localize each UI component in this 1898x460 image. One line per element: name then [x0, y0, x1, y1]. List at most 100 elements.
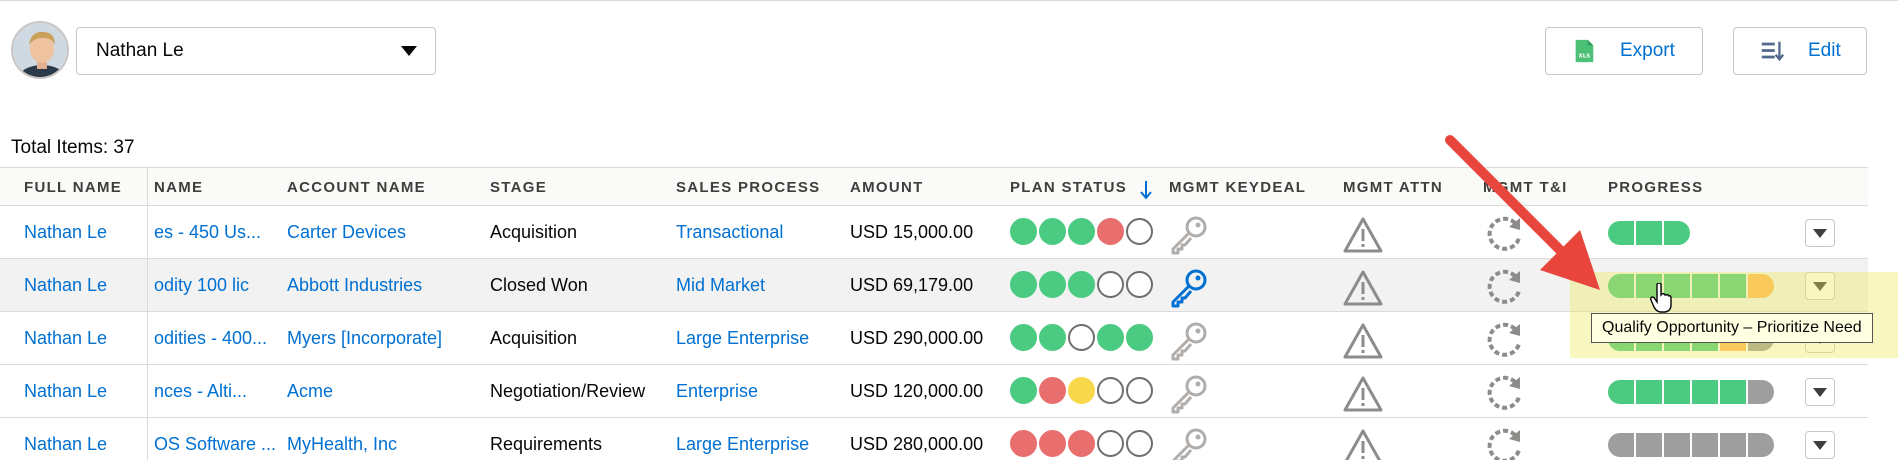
avatar[interactable]	[11, 21, 69, 79]
progress-segment	[1748, 380, 1774, 404]
table-row[interactable]: Nathan Le nces - Alti... Acme Negotiation/R…	[0, 365, 1868, 418]
export-button[interactable]: XLS Export	[1545, 27, 1703, 75]
progress-bar[interactable]	[1608, 221, 1690, 245]
chevron-down-icon	[1813, 387, 1827, 397]
row-actions-button[interactable]	[1805, 219, 1835, 247]
warning-icon[interactable]	[1342, 216, 1384, 254]
column-header-account-name[interactable]: ACCOUNT NAME	[287, 179, 426, 196]
warning-icon[interactable]	[1342, 322, 1384, 360]
progress-segment	[1748, 433, 1774, 457]
table-row[interactable]: Nathan Le OS Software ... MyHealth, Inc Req…	[0, 418, 1868, 460]
column-header-name[interactable]: NAME	[154, 179, 203, 196]
edit-button-label: Edit	[1808, 40, 1841, 61]
account-name-cell[interactable]: Abbott Industries	[287, 275, 422, 296]
top-divider	[0, 0, 1898, 1]
plan-status-dot	[1097, 377, 1124, 404]
chevron-down-icon	[401, 46, 417, 56]
key-icon[interactable]	[1168, 427, 1210, 460]
refresh-icon[interactable]	[1482, 426, 1526, 460]
row-actions-button[interactable]	[1805, 431, 1835, 459]
column-header-mgmt-attn[interactable]: MGMT ATTN	[1343, 179, 1443, 196]
plan-status-dot	[1097, 271, 1124, 298]
account-name-cell[interactable]: Carter Devices	[287, 222, 406, 243]
annotation-arrow-icon	[1445, 135, 1600, 290]
progress-segment	[1692, 433, 1718, 457]
row-actions-button[interactable]	[1805, 378, 1835, 406]
refresh-icon[interactable]	[1482, 373, 1526, 415]
column-header-amount[interactable]: AMOUNT	[850, 179, 924, 196]
stage-cell: Closed Won	[490, 275, 588, 295]
plan-status-dot	[1039, 430, 1066, 457]
opportunity-name-cell[interactable]: odity 100 lic	[154, 275, 249, 296]
plan-status-dot	[1126, 430, 1153, 457]
full-name-cell[interactable]: Nathan Le	[24, 222, 107, 243]
sort-descending-icon[interactable]	[1140, 180, 1152, 200]
account-name-cell[interactable]: Myers [Incorporate]	[287, 328, 442, 349]
progress-bar[interactable]	[1608, 433, 1774, 457]
plan-status-dot	[1039, 324, 1066, 351]
full-name-cell[interactable]: Nathan Le	[24, 381, 107, 402]
chevron-down-icon	[1813, 228, 1827, 238]
sales-process-cell[interactable]: Large Enterprise	[676, 328, 809, 349]
key-icon[interactable]	[1168, 374, 1210, 414]
plan-status-dot	[1126, 377, 1153, 404]
key-icon[interactable]	[1168, 321, 1210, 361]
plan-status-dot	[1126, 271, 1153, 298]
plan-status-dot	[1010, 218, 1037, 245]
plan-status-indicator	[1010, 218, 1153, 245]
plan-status-dot	[1097, 430, 1124, 457]
column-header-stage[interactable]: STAGE	[490, 179, 547, 196]
column-header-plan-status[interactable]: PLAN STATUS	[1010, 179, 1127, 196]
refresh-icon[interactable]	[1482, 320, 1526, 362]
edit-button[interactable]: Edit	[1733, 27, 1867, 75]
full-name-cell[interactable]: Nathan Le	[24, 275, 107, 296]
plan-status-indicator	[1010, 377, 1153, 404]
column-header-mgmt-keydeal[interactable]: MGMT KEYDEAL	[1169, 179, 1306, 196]
progress-bar[interactable]	[1608, 380, 1774, 404]
plan-status-dot	[1126, 324, 1153, 351]
plan-status-dot	[1068, 430, 1095, 457]
opportunity-name-cell[interactable]: OS Software ...	[154, 434, 276, 455]
warning-icon[interactable]	[1342, 428, 1384, 460]
user-select-value: Nathan Le	[96, 40, 184, 61]
opportunity-name-cell[interactable]: es - 450 Us...	[154, 222, 261, 243]
opportunity-name-cell[interactable]: nces - Alti...	[154, 381, 247, 402]
plan-status-indicator	[1010, 324, 1153, 351]
warning-icon[interactable]	[1342, 269, 1384, 307]
plan-status-dot	[1068, 218, 1095, 245]
export-button-label: Export	[1620, 40, 1675, 61]
progress-segment	[1636, 380, 1662, 404]
column-header-sales-process[interactable]: SALES PROCESS	[676, 179, 820, 196]
opportunity-name-cell[interactable]: odities - 400...	[154, 328, 267, 349]
stage-cell: Negotiation/Review	[490, 381, 646, 401]
key-icon[interactable]	[1168, 215, 1210, 255]
full-name-cell[interactable]: Nathan Le	[24, 434, 107, 455]
amount-cell: USD 15,000.00	[850, 222, 974, 242]
key-icon[interactable]	[1168, 268, 1210, 308]
stage-cell: Acquisition	[490, 222, 578, 242]
sales-process-cell[interactable]: Enterprise	[676, 381, 758, 402]
user-select-dropdown[interactable]: Nathan Le	[76, 27, 436, 75]
plan-status-dot	[1068, 271, 1095, 298]
sales-process-cell[interactable]: Transactional	[676, 222, 783, 243]
full-name-cell[interactable]: Nathan Le	[24, 328, 107, 349]
plan-status-indicator	[1010, 271, 1153, 298]
column-header-progress[interactable]: PROGRESS	[1608, 179, 1703, 196]
progress-segment	[1664, 380, 1690, 404]
progress-segment	[1608, 380, 1634, 404]
plan-status-dot	[1010, 324, 1037, 351]
plan-status-dot	[1068, 377, 1095, 404]
sales-process-cell[interactable]: Mid Market	[676, 275, 765, 296]
progress-segment	[1692, 380, 1718, 404]
progress-segment	[1636, 433, 1662, 457]
column-header-full-name[interactable]: FULL NAME	[24, 179, 122, 196]
account-name-cell[interactable]: Acme	[287, 381, 333, 402]
sales-process-cell[interactable]: Large Enterprise	[676, 434, 809, 455]
amount-cell: USD 120,000.00	[850, 381, 984, 401]
plan-status-dot	[1097, 218, 1124, 245]
edit-list-icon	[1758, 37, 1786, 65]
warning-icon[interactable]	[1342, 375, 1384, 413]
progress-segment	[1608, 433, 1634, 457]
account-name-cell[interactable]: MyHealth, Inc	[287, 434, 397, 455]
plan-status-dot	[1068, 324, 1095, 351]
